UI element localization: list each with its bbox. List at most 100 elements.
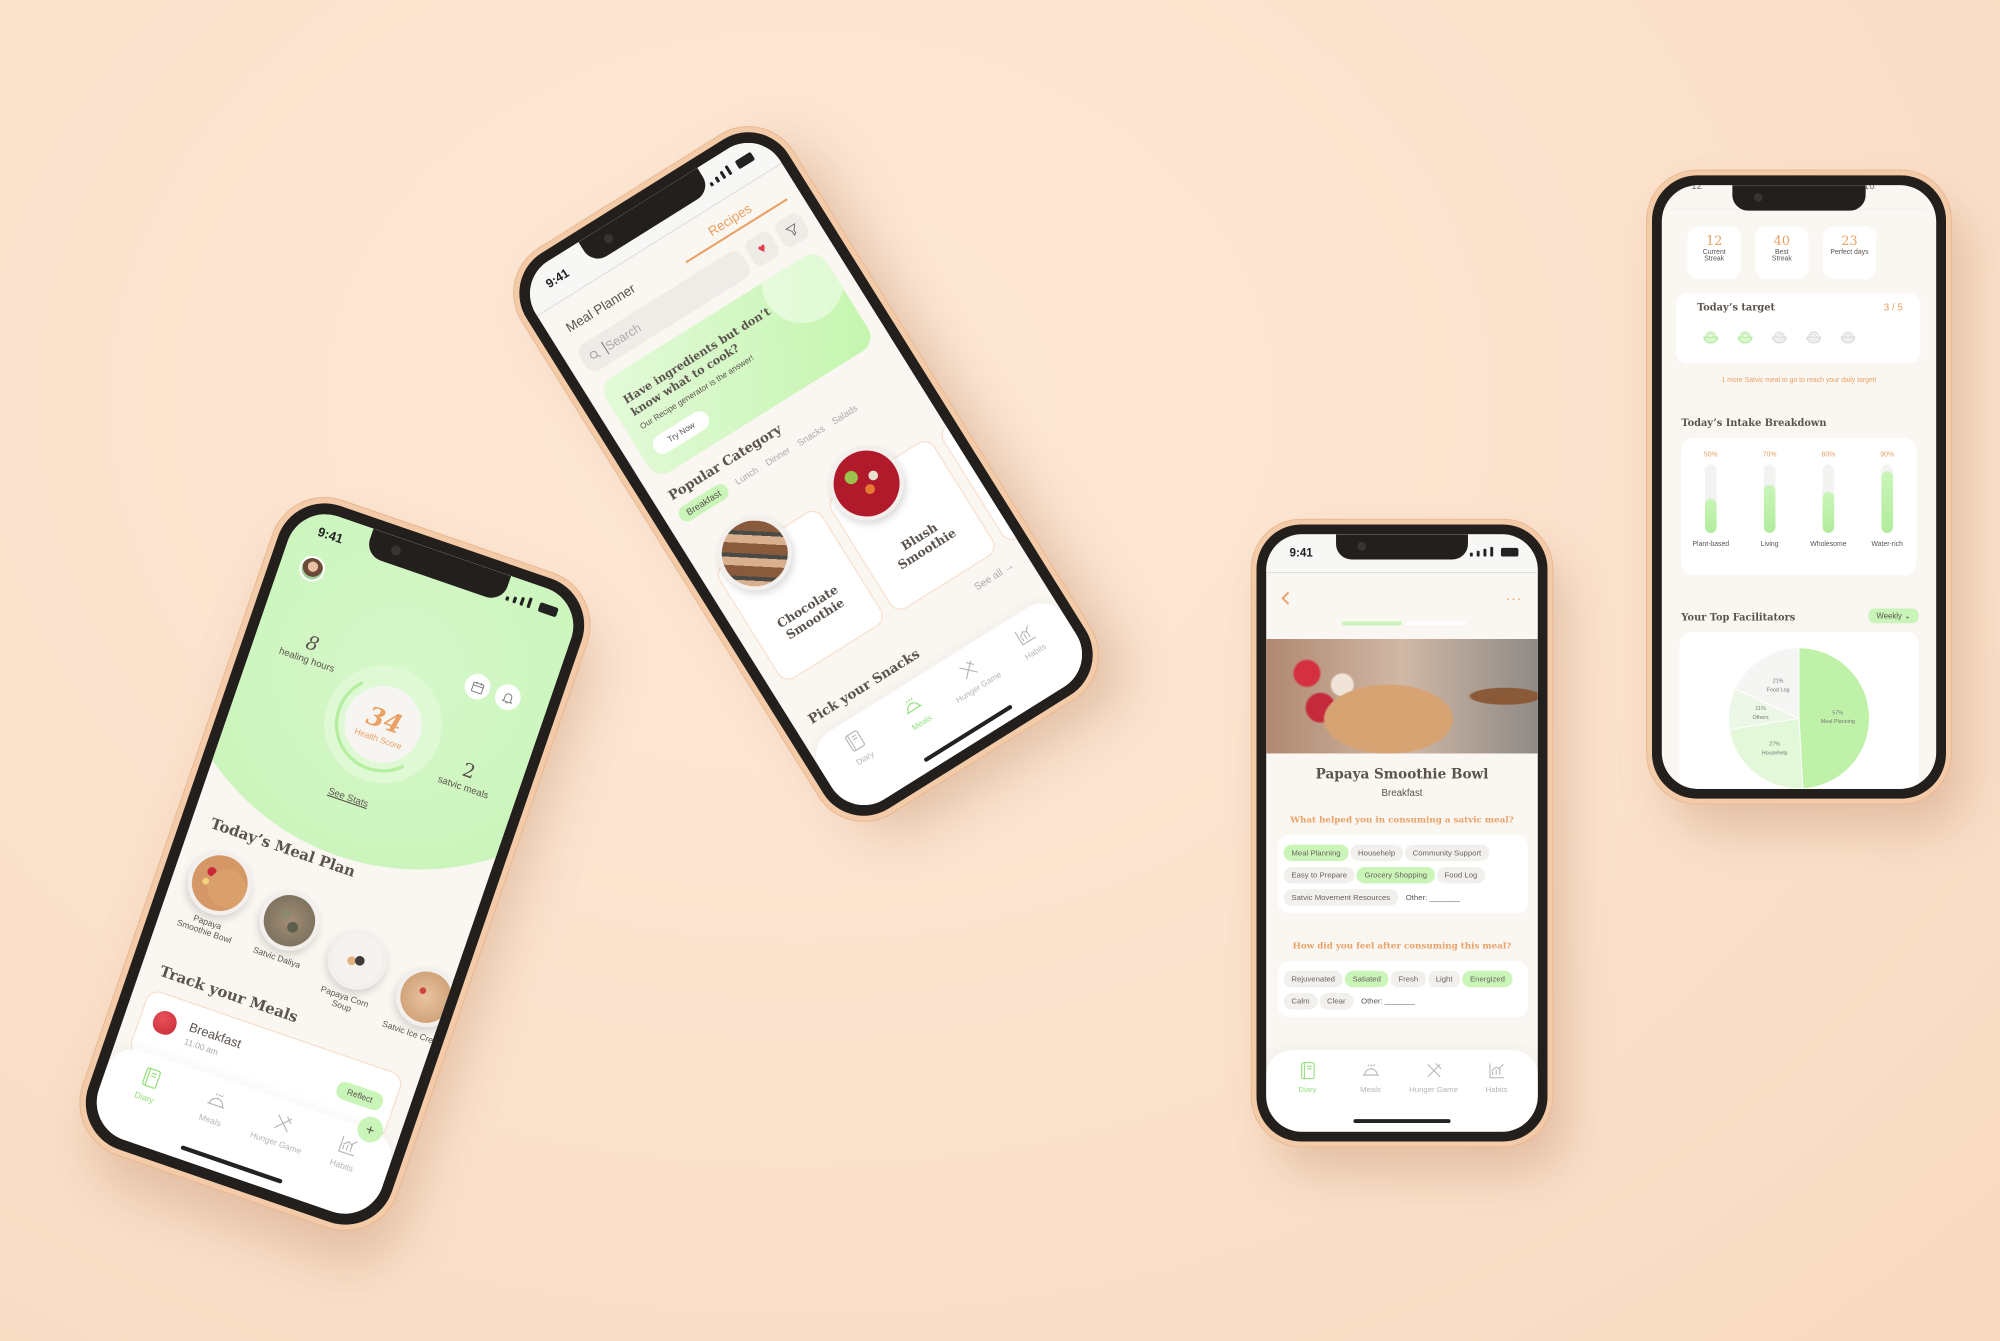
meal-plan-item[interactable]: Papaya Corn Soup <box>308 921 399 1025</box>
tab-label: Habits <box>328 1157 355 1175</box>
chip-calm[interactable]: Calm <box>1283 993 1318 1010</box>
intake-breakdown-card: 50% Plant-based 70% Living 60% Wholesome… <box>1681 438 1917 576</box>
planner-screen: 9:41 Meal Planner Recipes Search ♥ Have … <box>515 128 1097 820</box>
feelings-chip-group: Rejuvenated Satiated Fresh Light Energized Ca… <box>1277 961 1529 1018</box>
period-dropdown[interactable]: Weekly ⌄ <box>1868 608 1919 624</box>
progress-segment <box>1341 621 1402 626</box>
target-count: 3 / 5 <box>1883 302 1903 314</box>
recipe-image <box>703 502 806 605</box>
stat-value: 40 <box>1773 234 1790 249</box>
other-feeling-input[interactable]: Other: _______ <box>1361 997 1415 1006</box>
intake-bar-group: 60% Wholesome <box>1801 452 1856 575</box>
stat-current-streak: 12 Current Streak <box>1687 226 1742 280</box>
status-icons <box>1469 546 1519 557</box>
pie-slice-label: Househelp <box>1762 750 1788 756</box>
search-icon <box>589 350 601 359</box>
stat-perfect-days: 23 Perfect days <box>1822 226 1877 280</box>
tab-label: Meals <box>1360 1085 1381 1094</box>
chip-meal-planning[interactable]: Meal Planning <box>1283 844 1349 862</box>
intake-bar-fill <box>1704 498 1717 534</box>
intake-value: 70% <box>1762 451 1777 459</box>
intake-value: 90% <box>1880 451 1895 459</box>
cloche-icon <box>206 1093 224 1109</box>
home-indicator <box>1353 1119 1451 1124</box>
back-chevron-icon[interactable] <box>1280 591 1292 607</box>
bowl-icon <box>1772 331 1787 344</box>
intake-label: Wholesome <box>1810 540 1847 548</box>
recipe-image <box>815 432 918 535</box>
pie-slice-value: 21% <box>1773 679 1784 685</box>
heart-icon: ♥ <box>754 239 770 257</box>
tab-label: Habits <box>1485 1085 1508 1094</box>
intake-title: Today’s Intake Breakdown <box>1681 418 1827 430</box>
chip-satvic-movement-resources[interactable]: Satvic Movement Resources <box>1283 889 1398 906</box>
pie-slice-value: 57% <box>1832 710 1843 716</box>
pie-slice-label: Meal Planning <box>1821 719 1855 725</box>
cloche-icon <box>1362 1064 1379 1076</box>
chip-energized[interactable]: Energized <box>1462 970 1513 988</box>
question-helpers: What helped you in consuming a satvic me… <box>1290 815 1514 826</box>
phone-meal-planner: 9:41 Meal Planner Recipes Search ♥ Have … <box>501 114 1111 834</box>
stat-best-streak: 40 Best Streak <box>1754 226 1809 280</box>
helpers-chip-group: Meal Planning Househelp Community Support E… <box>1277 834 1529 914</box>
more-options-icon[interactable]: ··· <box>1506 591 1522 607</box>
chip-rejuvenated[interactable]: Rejuvenated <box>1283 970 1343 988</box>
fork-knife-icon <box>273 1114 292 1133</box>
category-snacks[interactable]: Snacks <box>795 423 828 450</box>
stat-value: 23 <box>1841 234 1858 249</box>
facilitators-title: Your Top Facilitators <box>1681 612 1796 624</box>
chip-food-log[interactable]: Food Log <box>1436 866 1486 884</box>
other-helper-input[interactable]: Other: _______ <box>1406 893 1460 902</box>
intake-bar-group: 70% Living <box>1742 452 1797 575</box>
pie-slice-label: Food Log <box>1767 687 1790 693</box>
facilitators-pie-chart: 57% Meal Planning 27% Househelp 11% Others 21%… <box>1727 647 1871 789</box>
diary-icon <box>1300 1062 1315 1080</box>
notch <box>1336 534 1468 560</box>
habits-screen: 12 16 12 Current Streak 40 Best Streak 23 P… <box>1661 185 1937 789</box>
stat-label: Perfect days <box>1830 248 1869 256</box>
filter-button[interactable] <box>772 210 812 250</box>
bowl-icon <box>1806 331 1822 344</box>
stat-value: 12 <box>1706 234 1723 249</box>
chip-clear[interactable]: Clear <box>1319 993 1354 1010</box>
see-all-link[interactable]: See all → <box>973 560 1017 593</box>
target-message: 1 more Satvic meal to go to reach your d… <box>1721 377 1877 385</box>
pie-slice-value: 11% <box>1755 706 1766 712</box>
date-label[interactable]: 12 <box>1691 185 1702 192</box>
phone-home: 9:41 8 healing hours 34 Health Score 2 s… <box>72 490 598 1238</box>
intake-bar-group: 50% Plant-based <box>1683 452 1738 575</box>
chip-easy-to-prepare[interactable]: Easy to Prepare <box>1283 866 1355 884</box>
intake-bar-track <box>1822 464 1835 534</box>
intake-value: 60% <box>1821 451 1836 459</box>
facilitators-pie-card: 57% Meal Planning 27% Househelp 11% Others 21%… <box>1679 632 1919 789</box>
tab-diary[interactable]: Diary <box>1278 1060 1336 1132</box>
intake-label: Water-rich <box>1871 540 1903 548</box>
category-salads[interactable]: Salads <box>830 403 861 429</box>
tab-label: Meals <box>197 1112 223 1129</box>
intake-value: 50% <box>1703 451 1718 459</box>
intake-bar-track <box>1881 464 1894 534</box>
category-dinner[interactable]: Dinner <box>763 445 793 471</box>
calendar-icon <box>470 680 484 694</box>
category-lunch[interactable]: Lunch <box>733 465 762 490</box>
chevron-down-icon: ⌄ <box>1904 611 1911 621</box>
chip-househelp[interactable]: Househelp <box>1350 844 1403 862</box>
chip-grocery-shopping[interactable]: Grocery Shopping <box>1356 866 1435 884</box>
reflect-button[interactable]: Reflect <box>334 1079 386 1113</box>
search-placeholder: Search <box>600 320 644 355</box>
streak-stats: 12 Current Streak 40 Best Streak 23 Perfect… <box>1687 226 1877 280</box>
todays-target-card: Today’s target 3 / 5 <box>1675 292 1921 364</box>
chip-community-support[interactable]: Community Support <box>1404 844 1489 862</box>
bar-chart-icon <box>1488 1063 1504 1079</box>
intake-bar-fill <box>1881 471 1894 534</box>
tab-habits[interactable]: Habits <box>1467 1060 1525 1132</box>
chip-fresh[interactable]: Fresh <box>1390 970 1426 988</box>
meal-plan-item[interactable]: Satvic Ice Cream <box>380 958 467 1049</box>
bowl-icon <box>1703 331 1719 344</box>
chip-light[interactable]: Light <box>1427 970 1461 988</box>
home-screen: 9:41 8 healing hours 34 Health Score 2 s… <box>86 503 584 1225</box>
intake-bar-fill <box>1822 491 1835 534</box>
intake-bar-track <box>1704 464 1717 534</box>
chip-satiated[interactable]: Satiated <box>1344 970 1389 988</box>
favorites-button[interactable]: ♥ <box>742 228 783 269</box>
